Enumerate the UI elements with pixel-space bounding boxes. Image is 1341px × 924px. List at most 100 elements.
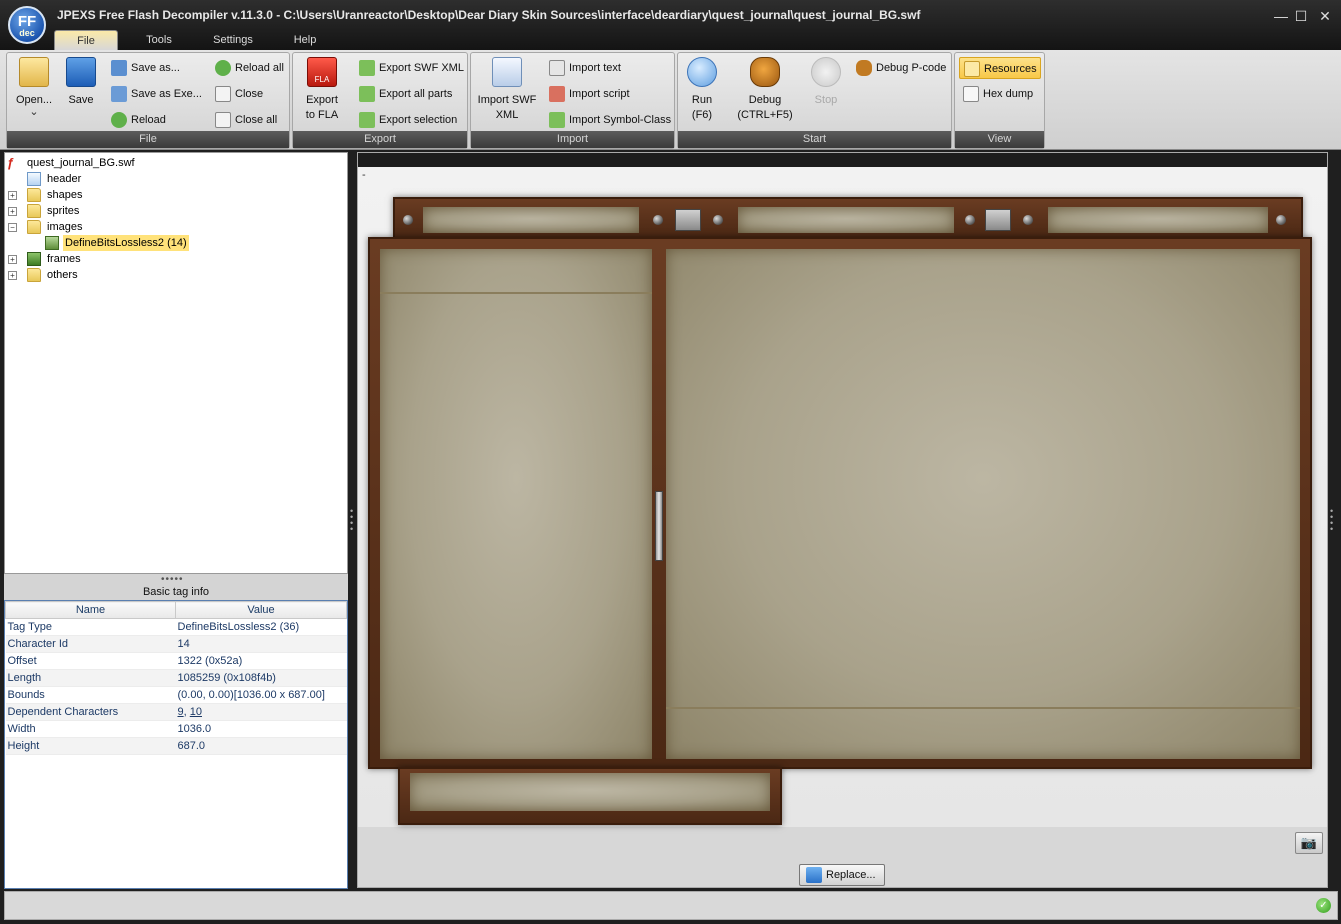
close-button[interactable]: Close: [215, 85, 263, 103]
import-swf-xml-button[interactable]: Import SWF XML: [477, 57, 537, 123]
column-header-value[interactable]: Value: [175, 601, 347, 619]
row-value: 1322 (0x52a): [175, 652, 347, 670]
tab-settings[interactable]: Settings: [202, 30, 264, 50]
import-script-button[interactable]: Import script: [549, 85, 630, 103]
reload-all-button[interactable]: Reload all: [215, 59, 284, 77]
folder-icon: [27, 188, 41, 202]
vertical-splitter-grip[interactable]: • • • •: [350, 507, 354, 534]
export-all-icon: [359, 86, 375, 102]
close-all-button[interactable]: Close all: [215, 111, 277, 129]
status-ok-icon: ✓: [1316, 898, 1331, 913]
bug-icon: [750, 57, 780, 87]
fla-icon: FLA: [307, 57, 337, 87]
expand-others-toggle[interactable]: +: [8, 271, 17, 280]
maximize-button[interactable]: ☐: [1290, 6, 1312, 26]
export-swf-xml-button[interactable]: Export SWF XML: [359, 59, 464, 77]
stop-button[interactable]: Stop: [806, 57, 846, 108]
export-swf-xml-label: Export SWF XML: [379, 62, 464, 74]
debug-button[interactable]: Debug (CTRL+F5): [734, 57, 796, 123]
save-as-label: Save as...: [131, 62, 180, 74]
table-row[interactable]: Tag Type DefineBitsLossless2 (36): [5, 618, 347, 636]
close-file-icon: [215, 86, 231, 102]
save-button[interactable]: Save: [61, 57, 101, 108]
hex-dump-button[interactable]: Hex dump: [963, 85, 1033, 103]
export-selection-button[interactable]: Export selection: [359, 111, 457, 129]
fla-badge: FLA: [314, 75, 330, 84]
table-row[interactable]: Offset 1322 (0x52a): [5, 652, 347, 670]
row-name: Offset: [5, 652, 176, 670]
journal-top-slot-2: [738, 207, 954, 233]
minimize-button[interactable]: —: [1270, 6, 1292, 26]
left-page-divider: [380, 292, 652, 294]
journal-left-page: [380, 249, 652, 759]
debug-pcode-label: Debug P-code: [876, 62, 947, 74]
row-value: 1036.0: [175, 720, 347, 738]
panel-splitter[interactable]: ••••• Basic tag info: [4, 574, 348, 600]
right-splitter-grip[interactable]: • • • •: [1330, 507, 1334, 534]
rivet: [713, 215, 723, 225]
resources-button[interactable]: Resources: [959, 57, 1041, 79]
tab-tools[interactable]: Tools: [134, 30, 184, 50]
play-icon: [687, 57, 717, 87]
run-label-1: Run: [691, 94, 713, 106]
collapse-images-toggle[interactable]: −: [8, 223, 17, 232]
debug-pcode-button[interactable]: Debug P-code: [856, 59, 946, 77]
resources-label: Resources: [984, 63, 1037, 75]
splitter-grip[interactable]: •••••: [161, 574, 184, 585]
window-title: JPEXS Free Flash Decompiler v.11.3.0 - C…: [57, 8, 921, 22]
reload-icon: [111, 112, 127, 128]
table-row[interactable]: Height 687.0: [5, 737, 347, 755]
table-row[interactable]: Bounds (0.00, 0.00)[1036.00 x 687.00]: [5, 686, 347, 704]
export-to-fla-button[interactable]: FLA Export to FLA: [301, 57, 343, 123]
reload-all-icon: [215, 60, 231, 76]
tree-frames-label: frames: [47, 253, 81, 265]
expand-sprites-toggle[interactable]: +: [8, 207, 17, 216]
save-exe-icon: [111, 86, 127, 102]
ribbon-group-start: Run (F6) Debug (CTRL+F5) Stop Debug P-co…: [677, 52, 952, 149]
import-symbol-class-button[interactable]: Import Symbol-Class: [549, 111, 671, 129]
ribbon: Open... ⌄ Save Save as... Save as Exe...…: [0, 50, 1341, 150]
tab-help[interactable]: Help: [282, 30, 328, 50]
debug-label-2: (CTRL+F5): [737, 109, 793, 121]
table-row[interactable]: Width 1036.0: [5, 720, 347, 738]
chevron-down-icon: ⌄: [29, 106, 39, 118]
floppy-disk-icon: [66, 57, 96, 87]
import-text-button[interactable]: Import text: [549, 59, 621, 77]
export-all-parts-button[interactable]: Export all parts: [359, 85, 452, 103]
debug-label-1: Debug: [748, 94, 782, 106]
ribbon-group-view: Resources Hex dump View: [954, 52, 1045, 149]
replace-image-icon: [806, 867, 822, 883]
row-name: Width: [5, 720, 176, 738]
open-button[interactable]: Open... ⌄: [13, 57, 55, 118]
snapshot-button[interactable]: 📷: [1295, 832, 1323, 854]
save-as-button[interactable]: Save as...: [111, 59, 180, 77]
status-bar: ✓: [4, 891, 1338, 920]
table-row[interactable]: Dependent Characters 9, 10: [5, 703, 347, 721]
folder-icon: [27, 268, 41, 282]
image-folder-icon: [27, 220, 41, 234]
save-label: Save: [68, 94, 94, 106]
run-button[interactable]: Run (F6): [680, 57, 724, 123]
tab-file[interactable]: File: [54, 30, 118, 50]
expand-frames-toggle[interactable]: +: [8, 255, 17, 264]
save-as-exe-button[interactable]: Save as Exe...: [111, 85, 202, 103]
table-row[interactable]: Length 1085259 (0x108f4b): [5, 669, 347, 687]
camera-icon: 📷: [1300, 835, 1318, 850]
expand-shapes-toggle[interactable]: +: [8, 191, 17, 200]
column-header-name[interactable]: Name: [5, 601, 176, 619]
flash-file-icon: ƒ: [7, 155, 15, 170]
reload-button[interactable]: Reload: [111, 111, 166, 129]
preview-toolbar: [358, 153, 1327, 167]
ribbon-group-export: FLA Export to FLA Export SWF XML Export …: [292, 52, 468, 149]
replace-button[interactable]: Replace...: [799, 864, 885, 886]
start-group-label: Start: [678, 131, 951, 148]
rivet: [1276, 215, 1286, 225]
import-xml-icon: [492, 57, 522, 87]
basic-tag-info-table: Name Value Tag Type DefineBitsLossless2 (…: [4, 600, 348, 889]
table-row[interactable]: Character Id 14: [5, 635, 347, 653]
row-name: Bounds: [5, 686, 176, 704]
document-icon: [27, 172, 41, 186]
dependent-char-link-10[interactable]: 10: [190, 706, 202, 718]
import-group-label: Import: [471, 131, 674, 148]
close-window-button[interactable]: ✕: [1314, 6, 1336, 26]
